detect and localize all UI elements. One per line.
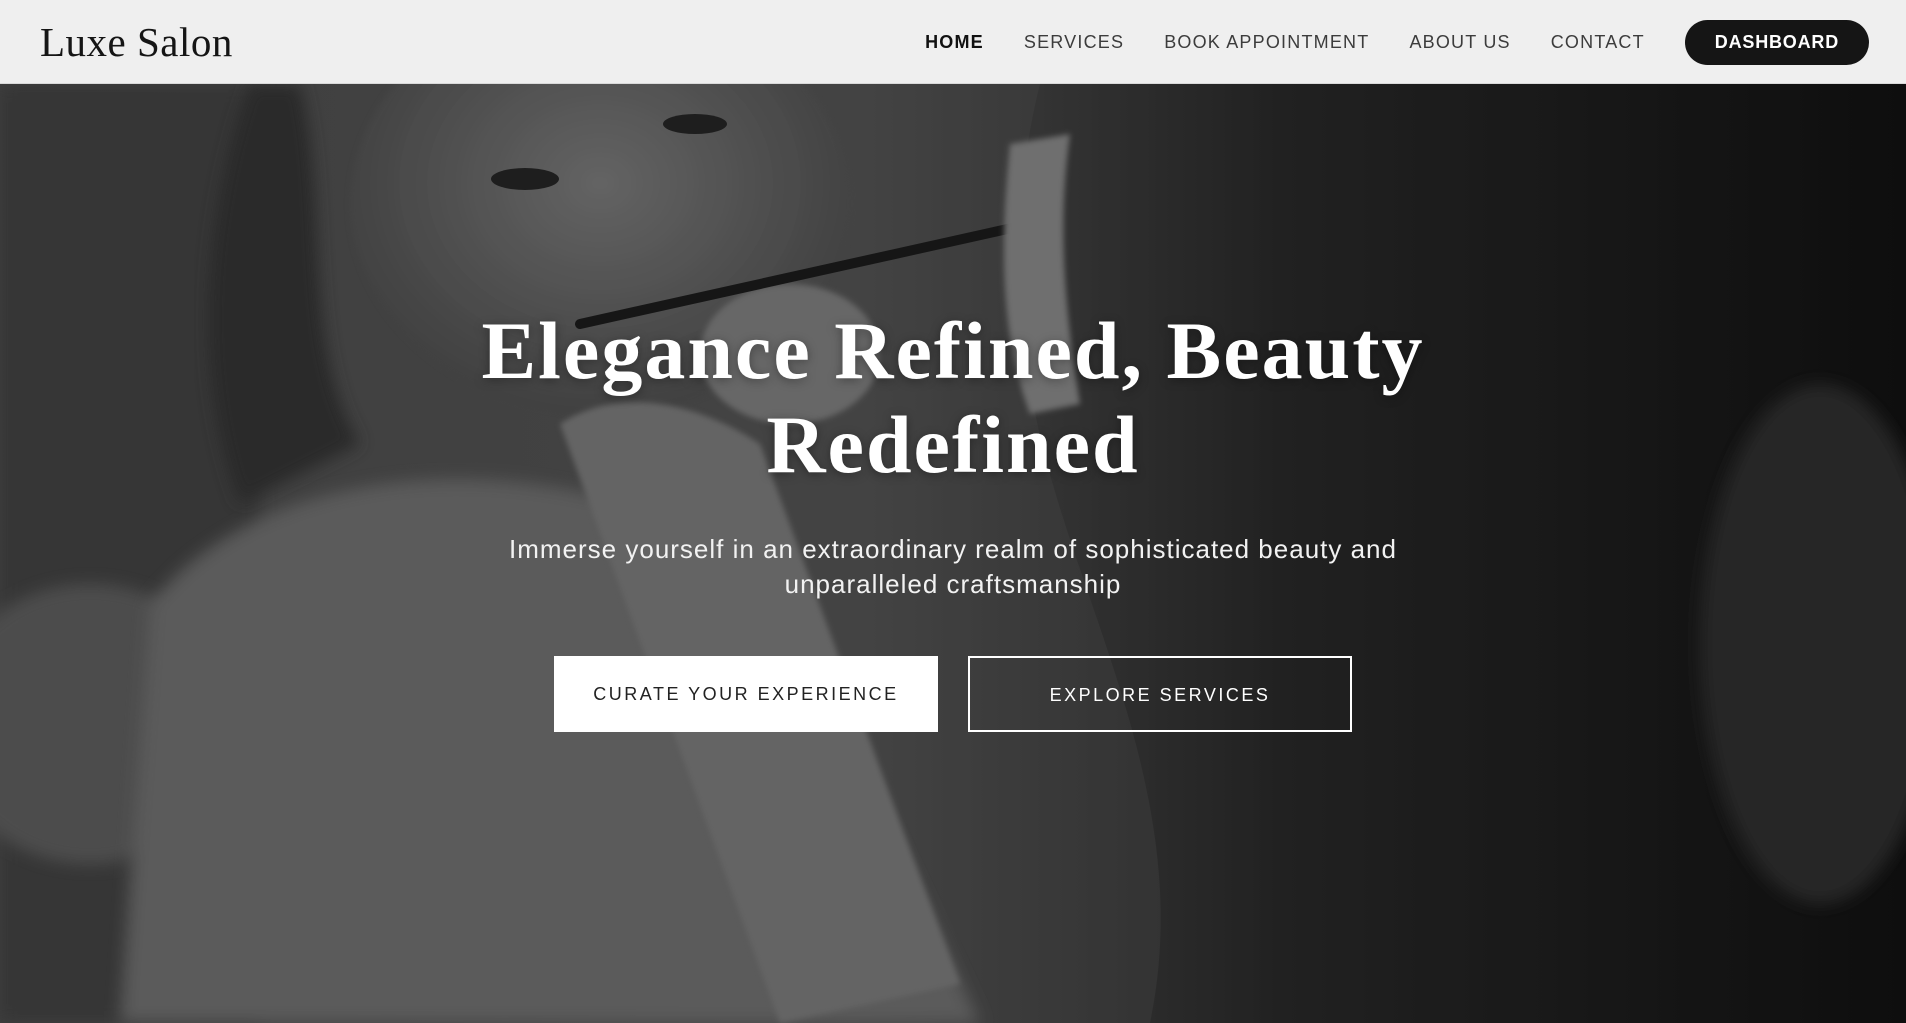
hero-content: Elegance Refined, Beauty Redefined Immer… — [0, 304, 1906, 732]
curate-experience-button[interactable]: CURATE YOUR EXPERIENCE — [554, 656, 938, 732]
hero-subtitle: Immerse yourself in an extraordinary rea… — [509, 534, 1397, 599]
hero-section: Elegance Refined, Beauty Redefined Immer… — [0, 84, 1906, 1023]
main-nav: HOME SERVICES BOOK APPOINTMENT ABOUT US … — [925, 0, 1869, 84]
nav-services[interactable]: SERVICES — [1024, 32, 1124, 53]
nav-book-appointment[interactable]: BOOK APPOINTMENT — [1164, 32, 1369, 53]
nav-home[interactable]: HOME — [925, 32, 984, 53]
hero-buttons: CURATE YOUR EXPERIENCE EXPLORE SERVICES — [0, 656, 1906, 732]
dashboard-button[interactable]: DASHBOARD — [1684, 19, 1869, 65]
hero-title: Elegance Refined, Beauty Redefined — [481, 305, 1425, 490]
nav-contact[interactable]: CONTACT — [1551, 32, 1645, 53]
nav-about-us[interactable]: ABOUT US — [1409, 32, 1510, 53]
brand-logo[interactable]: Luxe Salon — [40, 17, 233, 67]
site-header: Luxe Salon HOME SERVICES BOOK APPOINTMEN… — [0, 0, 1906, 84]
explore-services-button[interactable]: EXPLORE SERVICES — [968, 656, 1352, 732]
